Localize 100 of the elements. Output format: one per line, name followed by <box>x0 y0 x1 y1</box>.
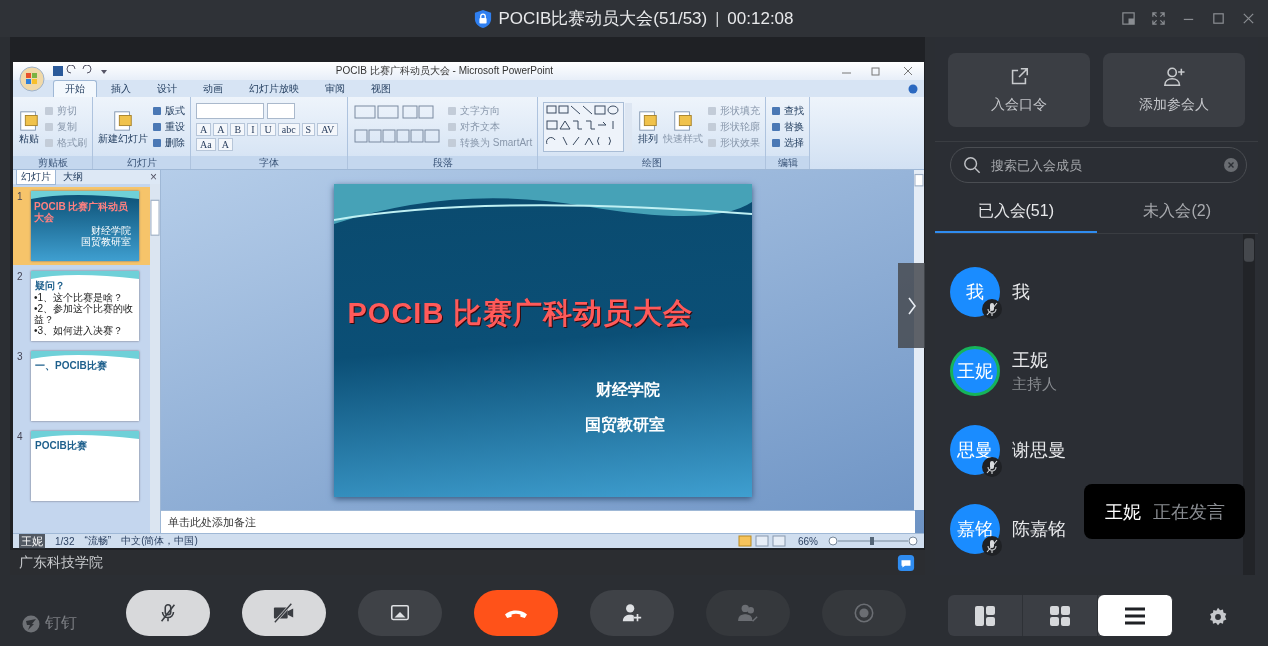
slide-thumbnail[interactable]: 1 POCIB 比赛广科动员大会 财经学院 国贸教研室 <box>13 187 150 265</box>
ribbon-button[interactable]: 删除 <box>152 135 185 150</box>
tool-square-icon <box>152 105 162 116</box>
record-icon <box>853 602 875 624</box>
chat-bubble-icon[interactable] <box>897 553 915 572</box>
font-size-field[interactable] <box>267 102 295 119</box>
ribbon-button[interactable]: 查找 <box>771 103 805 118</box>
document-icon <box>112 109 134 132</box>
pane-tab[interactable]: 幻灯片 <box>16 169 56 185</box>
ribbon-group-label: 段落 <box>348 156 538 169</box>
format-button[interactable]: AV <box>317 122 339 136</box>
miniature-title: 疑问？ <box>34 279 66 292</box>
ribbon-button[interactable]: 重设 <box>152 119 185 134</box>
app-title: POCIB 比赛广科动员大会 - Microsoft PowerPoint <box>334 64 555 78</box>
document-icon <box>672 109 695 132</box>
format-button[interactable]: A <box>213 122 229 136</box>
ribbon-tab[interactable]: 插入 <box>99 80 143 97</box>
ribbon-button[interactable]: 粘贴 <box>18 109 40 144</box>
help-icon[interactable] <box>908 84 918 94</box>
ribbon-tab[interactable]: 设计 <box>145 80 189 97</box>
ribbon-button[interactable]: 新建幻灯片 <box>98 109 148 144</box>
fullscreen-icon[interactable] <box>1151 11 1166 26</box>
meeting-control-button[interactable] <box>242 590 326 636</box>
ribbon-tab[interactable]: 幻灯片放映 <box>237 80 311 97</box>
format-button[interactable]: B <box>230 122 246 136</box>
tool-square-icon <box>771 121 782 132</box>
pane-tab[interactable]: 大纲 <box>58 169 88 185</box>
format-button[interactable]: A <box>217 137 233 151</box>
shield-lock-icon <box>474 8 493 29</box>
tool-square-icon <box>707 137 718 148</box>
panel-action-button[interactable]: 入会口令 <box>948 53 1090 127</box>
ribbon-button[interactable]: 排列 <box>637 109 660 144</box>
miniature-text: 国贸教研室 <box>81 236 132 247</box>
document-icon <box>18 109 40 132</box>
tool-square-icon <box>152 121 162 132</box>
miniature-text: 财经学院 <box>91 225 132 236</box>
meeting-control-button[interactable] <box>358 590 442 636</box>
miniature-text: •2、参加这个比赛的收益？ <box>33 303 135 325</box>
tool-square-icon <box>44 137 54 148</box>
notes-field[interactable]: 单击此处添加备注 <box>161 510 915 533</box>
search-icon <box>963 156 981 174</box>
ribbon-tab[interactable]: 视图 <box>359 80 403 97</box>
miniature-text: •3、如何进入决赛？ <box>33 325 125 336</box>
slide-number: 1 <box>17 191 24 204</box>
window-title: POCIB比赛动员大会(51/53) <box>498 8 708 30</box>
format-button[interactable]: Aa <box>196 137 216 151</box>
member-name: 陈嘉铭 <box>1012 517 1066 541</box>
settings-icon[interactable] <box>1208 607 1228 627</box>
search-field[interactable]: 搜索已入会成员 <box>950 147 1247 183</box>
slide-thumbnail[interactable]: 3 一、POCIB比赛 <box>13 347 150 425</box>
layout-button[interactable] <box>1098 595 1173 636</box>
ribbon-tab[interactable]: 审阅 <box>313 80 357 97</box>
close-icon[interactable] <box>1241 11 1256 26</box>
ribbon-button[interactable]: 替换 <box>771 119 805 134</box>
ribbon-tab[interactable]: 动画 <box>191 80 235 97</box>
maximize-icon[interactable] <box>1211 11 1226 26</box>
ribbon-button[interactable]: 选择 <box>771 135 805 150</box>
status-text: 中文(简体，中国) <box>121 534 198 548</box>
format-button[interactable]: abc <box>277 122 300 136</box>
font-name-field[interactable] <box>196 102 264 119</box>
format-button[interactable]: S <box>301 122 316 136</box>
member-avatar: 嘉铭 <box>950 503 1000 554</box>
brand-logo-icon <box>22 614 40 633</box>
panel-action-button[interactable]: 添加参会人 <box>1103 53 1245 127</box>
format-button[interactable]: I <box>247 122 259 136</box>
format-button[interactable]: U <box>260 122 276 136</box>
meeting-control-button[interactable] <box>474 590 558 636</box>
ribbon-group-label: 剪贴板 <box>13 156 92 169</box>
ribbon-button[interactable]: 版式 <box>152 103 185 118</box>
slide-title: POCIB 比赛广科动员大会 <box>347 295 694 331</box>
meeting-control-button[interactable] <box>126 590 210 636</box>
tool-square-icon <box>447 121 457 132</box>
slide-thumbnail[interactable]: 2 疑问？ •1、这个比赛是啥？ •2、参加这个比赛的收益？ •3、如何进入决赛？ <box>13 267 150 345</box>
scrollbar-drawing[interactable] <box>1243 234 1255 575</box>
member-tab[interactable]: 未入会(2) <box>1096 191 1258 233</box>
member-name: 王妮 <box>1012 348 1049 372</box>
pane-close-button[interactable]: × <box>150 170 157 184</box>
document-icon <box>637 109 660 132</box>
grid-icon <box>1048 603 1072 628</box>
ribbon-group-label: 绘图 <box>538 156 766 169</box>
sharer-name: 广东科技学院 <box>19 553 103 572</box>
tool-square-icon <box>447 105 457 116</box>
miniature-title: POCIB比赛 <box>34 439 88 452</box>
clear-icon[interactable] <box>1224 158 1238 172</box>
slide-thumbnail[interactable]: 4 POCIB比赛 <box>13 427 150 505</box>
slide-number: 4 <box>17 431 24 444</box>
member-tab[interactable]: 已入会(51) <box>935 191 1097 233</box>
ribbon-tab[interactable]: 开始 <box>53 80 97 97</box>
member-name: 我 <box>1012 280 1030 304</box>
meeting-control-button[interactable] <box>590 590 674 636</box>
slide-subtitle: 财经学院 <box>595 379 660 400</box>
tool-square-icon <box>44 121 54 132</box>
format-button[interactable]: A <box>196 122 212 136</box>
floating-window-icon[interactable] <box>1121 11 1136 26</box>
member-role: 主持人 <box>1012 374 1057 394</box>
status-text: “流畅” <box>84 534 112 548</box>
zoom-slider-drawing[interactable] <box>828 535 918 547</box>
scrollbar-drawing[interactable] <box>150 184 160 533</box>
member-avatar: 我 <box>950 266 1000 317</box>
shapes-gallery-drawing[interactable] <box>543 101 634 152</box>
